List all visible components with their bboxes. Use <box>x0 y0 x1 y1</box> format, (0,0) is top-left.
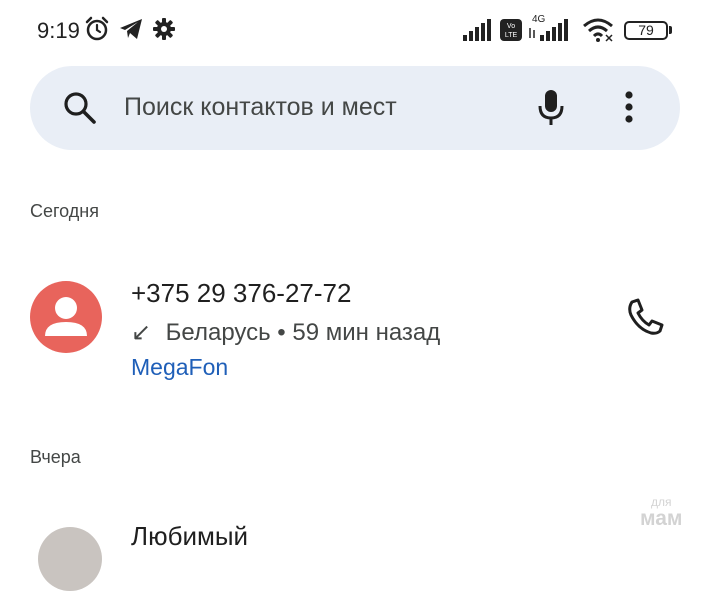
signal-strength-icon-2 <box>529 19 568 41</box>
volte-icon: Vo LTE <box>500 19 522 41</box>
more-options-icon[interactable] <box>624 90 634 126</box>
section-header-yesterday: Вчера <box>30 447 81 467</box>
alarm-icon <box>85 16 109 41</box>
settings-gear-icon <box>153 18 175 40</box>
watermark-logo: для мам <box>640 496 682 529</box>
search-icon <box>64 92 96 124</box>
battery-tip <box>669 26 672 34</box>
search-bar[interactable]: Поиск контактов и мест <box>30 66 680 150</box>
phone-call-icon[interactable] <box>618 290 672 344</box>
wifi-icon <box>583 18 613 42</box>
status-bar: 9:19 Vo LTE 4G 79 <box>0 0 710 60</box>
signal-strength-icon <box>463 19 491 41</box>
search-input[interactable]: Поиск контактов и мест <box>124 93 397 122</box>
call-meta: Беларусь • 59 мин назад <box>165 319 441 346</box>
battery-icon: 79 <box>624 21 668 40</box>
avatar[interactable] <box>30 281 102 353</box>
telegram-icon <box>120 19 142 39</box>
person-icon <box>45 297 87 336</box>
missed-call-arrow-icon: ↙ <box>131 319 152 346</box>
svg-text:LTE: LTE <box>505 32 518 39</box>
call-details: ↙ Беларусь • 59 мин назад <box>131 318 440 347</box>
microphone-icon[interactable] <box>536 88 566 128</box>
call-log-item[interactable]: +375 29 376-27-72 ↙ Беларусь • 59 мин на… <box>0 258 710 388</box>
svg-text:Vo: Vo <box>507 23 515 30</box>
watermark-line2: мам <box>640 507 683 530</box>
call-log-item[interactable]: Любимый <box>0 505 710 591</box>
section-header-today: Сегодня <box>30 201 99 221</box>
battery-level: 79 <box>638 22 654 38</box>
call-number: +375 29 376-27-72 <box>131 278 352 308</box>
carrier-label: MegaFon <box>131 354 229 380</box>
status-time: 9:19 <box>37 18 80 43</box>
